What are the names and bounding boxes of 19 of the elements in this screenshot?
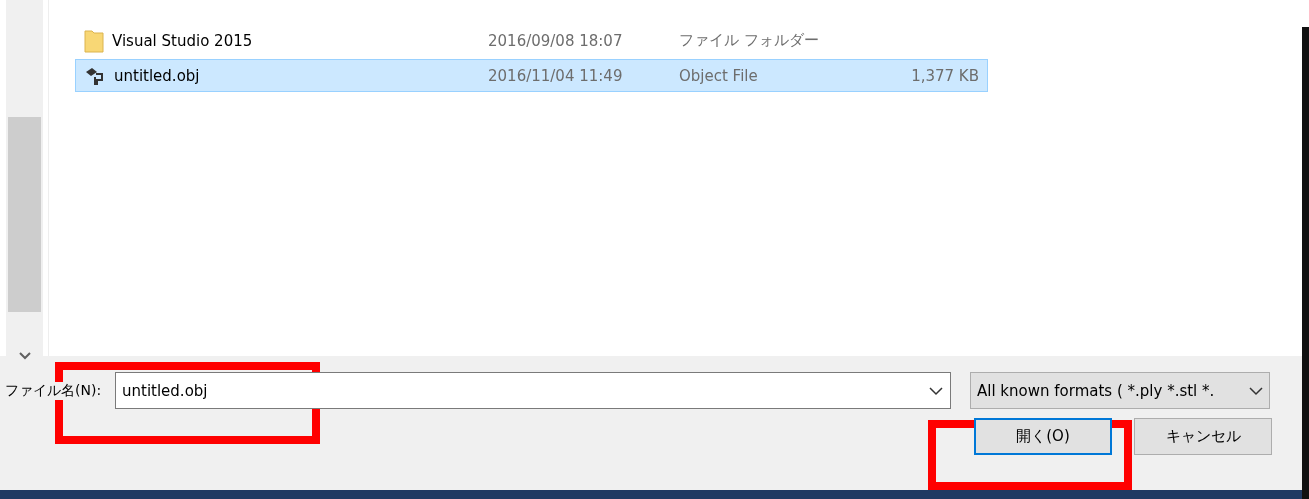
file-date: 2016/11/04 11:49 [488,66,623,85]
object-file-icon [84,65,106,86]
file-type: Object File [679,66,758,85]
cancel-button[interactable]: キャンセル [1134,418,1272,455]
file-type-dropdown[interactable]: All known formats ( *.ply *.stl *. [970,372,1270,409]
file-row[interactable]: untitled.obj 2016/11/04 11:49 Object File 1,377 KB [75,59,988,92]
folder-icon [84,28,104,53]
open-button[interactable]: 開く(O) [974,418,1112,455]
file-size: 1,377 KB [911,66,979,85]
file-date: 2016/09/08 18:07 [488,31,623,50]
file-row[interactable]: Visual Studio 2015 2016/09/08 18:07 ファイル フォルダー [75,24,988,57]
scrollbar-thumb[interactable] [8,117,41,312]
file-name-field[interactable]: untitled.obj [115,372,951,409]
file-name: untitled.obj [114,66,200,85]
chevron-down-icon[interactable] [19,352,31,360]
caret-icon[interactable] [929,386,943,396]
file-type: ファイル フォルダー [679,31,819,49]
caret-icon[interactable] [1249,385,1263,396]
file-name: Visual Studio 2015 [112,31,253,50]
